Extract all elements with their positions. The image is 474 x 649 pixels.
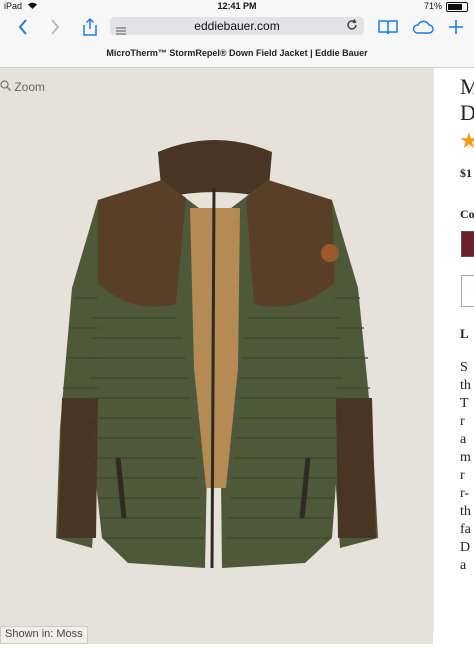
battery-fill [448,4,463,10]
page-title: MicroTherm™ StormRepel® Down Field Jacke… [106,48,368,58]
description-line-7: r [460,468,465,483]
column-divider [433,68,434,632]
chevron-right-icon[interactable] [46,13,64,41]
product-image[interactable] [0,68,433,644]
color-label-fragment: Co [460,207,474,221]
cloud-icon[interactable] [410,13,436,41]
zoom-button[interactable]: Zoom [0,80,45,94]
description-line-3: T [460,396,469,411]
shown-in-label: Shown in: Moss [0,626,88,644]
description-line-11: D [460,540,471,555]
battery-percent: 71% [423,1,442,11]
chevron-left-icon[interactable] [14,13,32,41]
rating-star-icon: ★ [459,128,474,153]
product-name-fragment-1: M [460,74,474,99]
jacket-illustration [56,140,378,569]
zoom-label: Zoom [14,80,46,94]
description-line-2: th [460,378,471,393]
description-heading-fragment: L [460,326,469,341]
plus-icon[interactable] [446,13,466,41]
description-line-5: a [460,432,467,447]
url-bar[interactable]: eddiebauer.com [110,17,364,35]
description-line-10: fa [460,522,471,537]
size-selector[interactable] [461,275,474,307]
book-icon[interactable] [376,13,400,41]
url-text: eddiebauer.com [194,19,280,33]
description-line-1: S [460,360,468,375]
share-icon[interactable] [80,13,100,41]
clock: 12:41 PM [217,1,257,11]
magnifier-icon [0,80,14,94]
reload-icon[interactable] [346,19,358,34]
description-line-9: th [460,504,471,519]
description-line-8: r- [460,486,470,501]
description-line-6: m [460,450,471,465]
color-swatch[interactable] [461,231,474,257]
tab-title-bar: MicroTherm™ StormRepel® Down Field Jacke… [0,41,474,68]
description-line-12: a [460,558,467,573]
product-name-fragment-2: D [460,100,474,125]
status-bar: iPad 12:41 PM 71% [0,0,474,13]
battery-icon [446,2,468,12]
description-line-4: r [460,414,465,429]
price-fragment: $1 [460,166,472,180]
